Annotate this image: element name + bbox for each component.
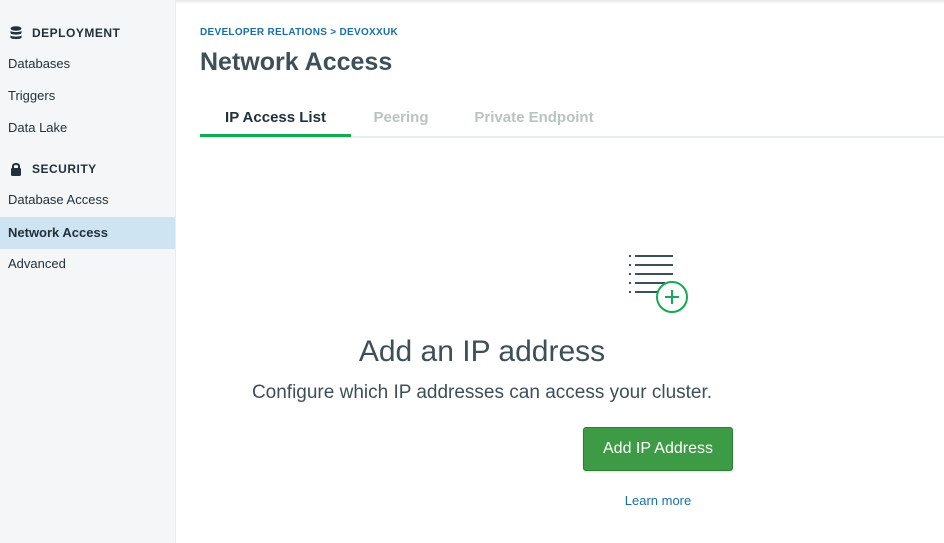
tab-bar: IP Access List Peering Private Endpoint xyxy=(200,100,944,138)
sidebar-item-database-access[interactable]: Database Access xyxy=(0,184,175,216)
deployment-section-heading: DEPLOYMENT xyxy=(8,25,120,41)
security-heading-label: SECURITY xyxy=(32,162,97,176)
tab-private-endpoint[interactable]: Private Endpoint xyxy=(470,100,598,136)
sidebar-item-data-lake[interactable]: Data Lake xyxy=(0,112,175,144)
sidebar-item-databases[interactable]: Databases xyxy=(0,48,175,80)
empty-state-title-text: Add an IP address xyxy=(358,335,606,368)
page-title: Network Access xyxy=(200,48,393,76)
empty-state-description: Configure which IP addresses can access … xyxy=(251,382,713,403)
deployment-heading-label: DEPLOYMENT xyxy=(32,26,121,40)
sidebar-item-advanced[interactable]: Advanced xyxy=(0,248,175,280)
lock-icon xyxy=(8,161,24,177)
learn-more-link[interactable]: Learn more xyxy=(583,493,733,508)
breadcrumb[interactable]: DEVELOPER RELATIONS > DEVOXXUK xyxy=(200,27,398,38)
list-add-icon xyxy=(627,254,691,321)
tab-peering[interactable]: Peering xyxy=(361,100,441,136)
security-section-heading: SECURITY xyxy=(8,161,97,177)
main-content: DEVELOPER RELATIONS > DEVOXXUK Network A… xyxy=(176,0,944,543)
database-icon xyxy=(8,25,24,41)
tab-ip-access-list[interactable]: IP Access List xyxy=(200,100,351,137)
sidebar-item-network-access[interactable]: Network Access xyxy=(0,217,175,249)
sidebar-item-triggers[interactable]: Triggers xyxy=(0,80,175,112)
add-ip-address-button[interactable]: Add IP Address xyxy=(583,427,733,471)
sidebar: DEPLOYMENT Databases Triggers Data Lake … xyxy=(0,0,176,543)
